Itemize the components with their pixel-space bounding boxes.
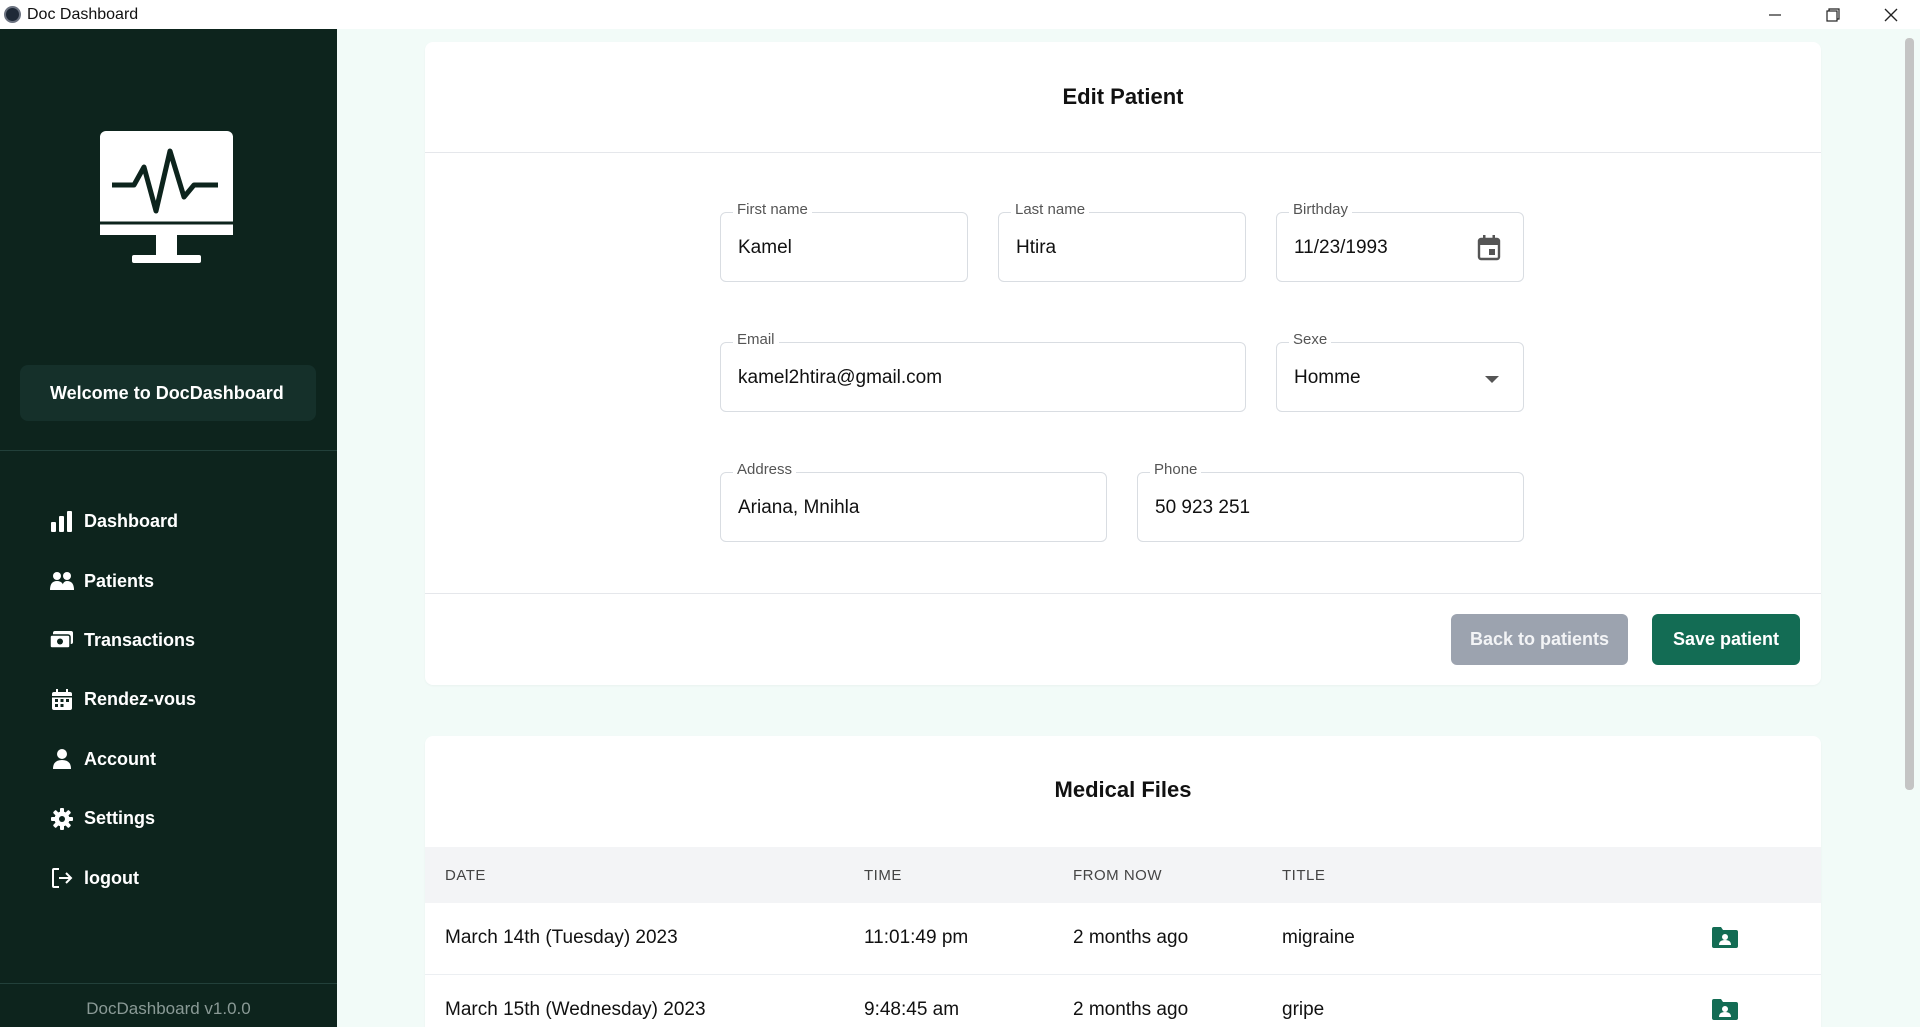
app-icon — [4, 6, 21, 23]
chevron-down-icon — [1485, 376, 1499, 383]
email-label: Email — [733, 331, 779, 348]
last-name-value: Htira — [1016, 237, 1057, 258]
birthday-value: 11/23/1993 — [1294, 237, 1388, 258]
sidebar-item-label: Transactions — [84, 629, 196, 650]
window-controls — [1746, 0, 1920, 29]
phone-label: Phone — [1150, 461, 1202, 478]
sidebar-item-settings[interactable]: Settings — [50, 789, 196, 848]
table-header: DATE TIME FROM NOW TITLE — [425, 847, 1821, 903]
sidebar-divider — [0, 450, 337, 451]
maximize-button[interactable] — [1804, 0, 1862, 29]
cell-time: 9:48:45 am — [864, 999, 960, 1020]
page-title: Edit Patient — [1062, 84, 1184, 109]
sidebar-item-rendez-vous[interactable]: Rendez-vous — [50, 670, 196, 729]
cell-from-now: 2 months ago — [1073, 999, 1189, 1020]
close-icon — [1884, 8, 1898, 21]
first-name-label: First name — [733, 201, 812, 218]
sidebar-item-dashboard[interactable]: Dashboard — [50, 492, 196, 551]
sexe-value: Homme — [1294, 367, 1361, 388]
welcome-banner: Welcome to DocDashboard — [20, 365, 316, 421]
first-name-field[interactable]: First name Kamel — [720, 201, 968, 282]
email-value: kamel2htira@gmail.com — [738, 367, 943, 388]
cell-title: gripe — [1282, 999, 1325, 1020]
calendar-icon — [50, 688, 74, 712]
money-icon — [50, 628, 74, 652]
column-header-date: DATE — [445, 867, 486, 884]
user-icon — [50, 747, 74, 771]
sidebar-item-label: Rendez-vous — [84, 689, 197, 710]
window-title: Doc Dashboard — [27, 5, 139, 23]
close-button[interactable] — [1862, 0, 1920, 29]
birthday-label: Birthday — [1289, 201, 1353, 218]
sidebar-item-transactions[interactable]: Transactions — [50, 611, 196, 670]
cell-time: 11:01:49 pm — [864, 927, 969, 948]
users-icon — [50, 569, 74, 593]
folder-user-icon[interactable] — [1712, 998, 1738, 1020]
app-version: DocDashboard v1.0.0 — [86, 999, 251, 1018]
column-header-title: TITLE — [1282, 867, 1326, 884]
title-bar: Doc Dashboard — [0, 0, 1920, 29]
section-title: Medical Files — [1054, 777, 1192, 802]
save-patient-button[interactable]: Save patient — [1652, 614, 1800, 665]
sidebar-footer-divider — [0, 983, 337, 984]
phone-field[interactable]: Phone 50 923 251 — [1137, 461, 1524, 542]
sidebar-item-patients[interactable]: Patients — [50, 551, 196, 610]
table-row: March 14th (Tuesday) 2023 11:01:49 pm 2 … — [425, 903, 1821, 975]
minimize-icon — [1769, 13, 1781, 16]
card-divider — [425, 152, 1821, 153]
gear-icon — [50, 807, 74, 831]
restore-icon — [1826, 7, 1840, 22]
sidebar-nav: Dashboard Patients Transactions Rendez-v… — [50, 492, 196, 908]
address-value: Ariana, Mnihla — [738, 497, 860, 518]
edit-patient-card: Edit Patient First name Kamel Last name … — [425, 42, 1821, 685]
cell-date: March 15th (Wednesday) 2023 — [445, 999, 706, 1020]
cell-date: March 14th (Tuesday) 2023 — [445, 927, 678, 948]
sidebar-item-account[interactable]: Account — [50, 730, 196, 789]
sidebar: Welcome to DocDashboard Dashboard Patien… — [0, 29, 337, 1027]
minimize-button[interactable] — [1746, 0, 1804, 29]
sexe-label: Sexe — [1289, 331, 1332, 348]
back-to-patients-button[interactable]: Back to patients — [1451, 614, 1628, 665]
sidebar-item-label: logout — [84, 867, 139, 888]
folder-user-icon[interactable] — [1712, 926, 1738, 948]
first-name-value: Kamel — [738, 237, 792, 258]
sidebar-item-label: Patients — [84, 570, 155, 591]
phone-value: 50 923 251 — [1155, 497, 1251, 518]
vertical-scrollbar[interactable] — [1905, 38, 1914, 790]
cell-from-now: 2 months ago — [1073, 927, 1189, 948]
table-row: March 15th (Wednesday) 2023 9:48:45 am 2… — [425, 975, 1821, 1027]
sidebar-item-label: Account — [84, 748, 156, 769]
sidebar-item-label: Dashboard — [84, 511, 179, 532]
column-header-time: TIME — [864, 867, 902, 884]
bar-chart-icon — [50, 510, 74, 534]
last-name-field[interactable]: Last name Htira — [998, 201, 1246, 282]
email-field[interactable]: Email kamel2htira@gmail.com — [720, 331, 1246, 412]
last-name-label: Last name — [1011, 201, 1090, 218]
column-header-from-now: FROM NOW — [1073, 867, 1162, 884]
sexe-select[interactable]: Sexe Homme — [1276, 331, 1524, 412]
calendar-picker-icon[interactable] — [1477, 235, 1501, 261]
card-divider — [425, 593, 1821, 594]
sidebar-item-label: Settings — [84, 808, 156, 829]
monitor-heartbeat-icon — [100, 131, 233, 263]
medical-files-card: Medical Files DATE TIME FROM NOW TITLE M… — [425, 736, 1821, 1027]
cell-title: migraine — [1282, 927, 1355, 948]
address-field[interactable]: Address Ariana, Mnihla — [720, 461, 1107, 542]
birthday-field[interactable]: Birthday 11/23/1993 — [1276, 201, 1524, 282]
sidebar-item-logout[interactable]: logout — [50, 848, 196, 907]
address-label: Address — [733, 461, 797, 478]
logout-icon — [50, 866, 74, 890]
